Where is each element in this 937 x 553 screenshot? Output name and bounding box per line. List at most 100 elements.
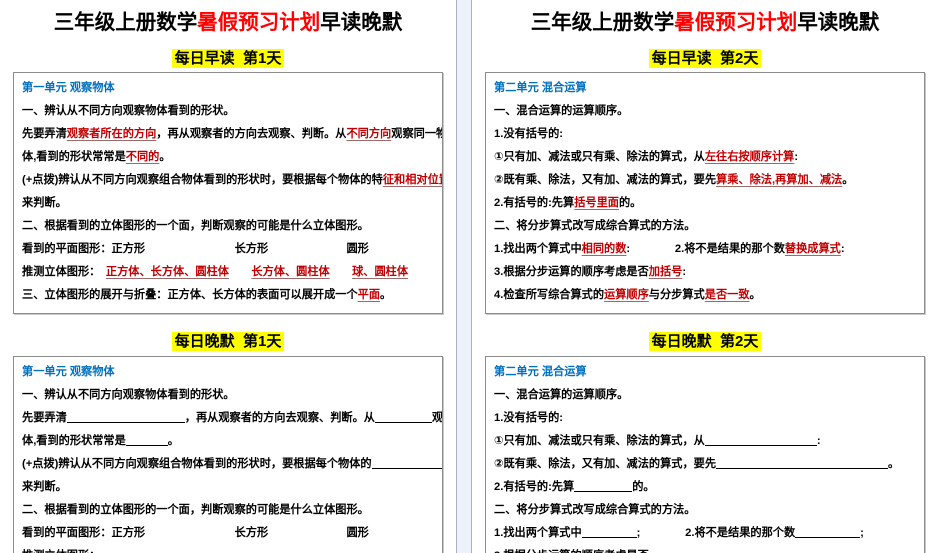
text-line: ①只有加、减法或只有乘、除法的算式，从左往右按顺序计算: xyxy=(494,146,916,169)
fill-in-blank xyxy=(716,455,889,469)
text-line: 二、根据看到的立体图形的一个面，判断观察的可能是什么立体图形。 xyxy=(22,499,434,522)
morning-content-box: 第一单元 观察物体 一、辨认从不同方向观察物体看到的形状。先要弄清观察者所在的方… xyxy=(13,72,443,314)
morning-banner: 每日早读 第1天 xyxy=(0,49,456,68)
answer-text: 相同的数 xyxy=(581,243,627,255)
text-line: 4.检查所写综合算式的运算顺序与分步算式是否一致。 xyxy=(494,284,916,307)
answer-text: 平面 xyxy=(357,289,381,301)
fill-in-blank xyxy=(371,455,442,469)
plain-text: ; 2.将不是结果的那个数 xyxy=(636,527,796,539)
text-line: (+点拨)辨认从不同方向观察组合物体看到的形状时，要根据每个物体的 xyxy=(22,453,442,476)
plain-text: 先要弄清 xyxy=(22,412,67,424)
evening-lines: 一、混合运算的运算顺序。 1.没有括号的: ①只有加、减法或只有乘、除法的算式，从:… xyxy=(494,384,916,553)
plain-text: 观察同一物 xyxy=(431,412,443,424)
plain-text: ①只有加、减法或只有乘、除法的算式，从 xyxy=(494,435,705,447)
answer-text: 括号里面 xyxy=(574,197,619,209)
title-part: 三年级上册数学 xyxy=(530,11,675,34)
plain-text: 看到的平面图形：正方形 长方形 圆形 xyxy=(22,243,369,255)
text-line: 看到的平面图形：正方形 长方形 圆形 xyxy=(22,238,434,261)
plain-text: 。 xyxy=(749,289,761,301)
text-line: 1.找出两个算式中相同的数: 2.将不是结果的那个数替换成算式: xyxy=(494,238,916,261)
fill-in-blank xyxy=(125,432,168,446)
plain-text: 2.有括号的:先算 xyxy=(494,481,575,493)
plain-text: 1.没有括号的: xyxy=(494,128,563,140)
plain-text: 1.找出两个算式中 xyxy=(494,243,582,255)
answer-text: 替换成算式 xyxy=(784,243,841,255)
text-line: 体,看到的形状常常是不同的。 xyxy=(22,146,434,169)
answer-text: 不同的 xyxy=(125,151,160,163)
answer-text: 不同方向 xyxy=(346,128,392,140)
fill-in-blank xyxy=(795,524,861,538)
plain-text: 先要弄清 xyxy=(22,128,67,140)
fill-in-blank xyxy=(574,478,633,492)
text-line: 1.没有括号的: xyxy=(494,407,916,430)
plain-text: 3.根据分步运算的顺序考虑是否 xyxy=(494,266,649,278)
text-line: (+点拨)辨认从不同方向观察组合物体看到的形状时，要根据每个物体的特征和相对位置 xyxy=(22,169,442,192)
morning-content-box: 第二单元 混合运算 一、混合运算的运算顺序。 1.没有括号的: ①只有加、减法或只有… xyxy=(485,72,925,314)
plain-text: : xyxy=(840,243,845,255)
answer-text: 正方体、长方体、圆柱体 xyxy=(105,266,229,278)
text-line: 体,看到的形状常常是 。 xyxy=(22,430,434,453)
unit-title: 第一单元 观察物体 xyxy=(22,366,115,378)
text-line: 2.有括号的:先算括号里面的。 xyxy=(494,192,916,215)
plain-text: 的。 xyxy=(632,481,655,493)
unit-title: 第二单元 混合运算 xyxy=(494,82,587,94)
evening-content-box: 第一单元 观察物体 一、辨认从不同方向观察物体看到的形状。先要弄清 ，再从观察者的… xyxy=(13,356,443,553)
text-line: 先要弄清 ，再从观察者的方向去观察、判断。从 观察同一物 xyxy=(22,407,442,430)
plain-text: 观察同一物 xyxy=(391,128,443,140)
plain-text: 看到的平面图形：正方形 长方形 圆形 xyxy=(22,527,369,539)
plain-text: : xyxy=(682,266,687,278)
answer-text: 加括号 xyxy=(648,266,683,278)
unit-title: 第一单元 观察物体 xyxy=(22,82,115,94)
answer-text: 算乘、除法,再算加、减法 xyxy=(716,174,843,186)
plain-text: 1.找出两个算式中 xyxy=(494,527,582,539)
title-part: 暑假预习计划 xyxy=(674,11,798,34)
plain-text: 一、混合运算的运算顺序。 xyxy=(494,105,629,117)
evening-banner: 每日晚默 第1天 xyxy=(0,332,456,351)
evening-banner-label: 每日晚默 第1天 xyxy=(171,332,285,351)
text-line: 3.根据分步运算的顺序考虑是否: xyxy=(494,545,916,553)
plain-text: 。 xyxy=(167,435,179,447)
plain-text: 与分步算式 xyxy=(648,289,705,301)
plain-text: ②既有乘、除法，又有加、减法的算式，要先 xyxy=(494,174,717,186)
page-title: 三年级上册数学暑假预习计划早读晚默 xyxy=(0,0,456,36)
plain-text: 二、将分步算式改写成综合算式的方法。 xyxy=(494,504,696,516)
title-part: 早读晚默 xyxy=(797,11,880,34)
text-line: 二、将分步算式改写成综合算式的方法。 xyxy=(494,499,916,522)
plain-text: 一、辨认从不同方向观察物体看到的形状。 xyxy=(22,389,235,401)
plain-text: (+点拨)辨认从不同方向观察组合物体看到的形状时，要根据每个物体的 xyxy=(22,458,372,470)
text-line: 来判断。 xyxy=(22,192,434,215)
plain-text: 1.没有括号的: xyxy=(494,412,563,424)
text-line: ①只有加、减法或只有乘、除法的算式，从: xyxy=(494,430,916,453)
worksheet-page-day1: 三年级上册数学暑假预习计划早读晚默 每日早读 第1天 第一单元 观察物体 一、辨… xyxy=(0,0,457,553)
plain-text: 推测立体图形： xyxy=(22,266,106,278)
evening-lines: 一、辨认从不同方向观察物体看到的形状。先要弄清 ，再从观察者的方向去观察、判断。从… xyxy=(22,384,442,553)
text-line: 二、将分步算式改写成综合算式的方法。 xyxy=(494,215,916,238)
plain-text: (+点拨)辨认从不同方向观察组合物体看到的形状时，要根据每个物体的特 xyxy=(22,174,383,186)
answer-text: 长方体、圆柱体 xyxy=(251,266,330,278)
plain-text: ; xyxy=(860,527,864,539)
plain-text: ②既有乘、除法，又有加、减法的算式，要先 xyxy=(494,458,717,470)
text-line: 一、混合运算的运算顺序。 xyxy=(494,100,916,123)
text-line: 来判断。 xyxy=(22,476,434,499)
plain-text: : xyxy=(794,151,799,163)
plain-text: 4.检查所写综合算式的 xyxy=(494,289,605,301)
morning-banner-label: 每日早读 第1天 xyxy=(171,49,285,68)
fill-in-blank xyxy=(66,409,185,423)
title-part: 早读晚默 xyxy=(320,11,403,34)
plain-text: 三、立体图形的展开与折叠：正方体、长方体的表面可以展开成一个 xyxy=(22,289,358,301)
morning-lines: 一、混合运算的运算顺序。 1.没有括号的: ①只有加、减法或只有乘、除法的算式，从左… xyxy=(494,100,916,307)
plain-text xyxy=(330,266,352,278)
plain-text: 。 xyxy=(380,289,392,301)
text-line: 先要弄清观察者所在的方向，再从观察者的方向去观察、判断。从不同方向观察同一物 xyxy=(22,123,442,146)
plain-text: : 2.将不是结果的那个数 xyxy=(626,243,785,255)
plain-text: 体,看到的形状常常是 xyxy=(22,151,126,163)
plain-text: 2.有括号的:先算 xyxy=(494,197,575,209)
unit-title: 第二单元 混合运算 xyxy=(494,366,587,378)
plain-text: 一、辨认从不同方向观察物体看到的形状。 xyxy=(22,105,235,117)
page-title: 三年级上册数学暑假预习计划早读晚默 xyxy=(472,0,937,36)
plain-text: 二、根据看到的立体图形的一个面，判断观察的可能是什么立体图形。 xyxy=(22,504,369,516)
title-part: 暑假预习计划 xyxy=(197,11,321,34)
plain-text: 。 xyxy=(888,458,900,470)
fill-in-blank xyxy=(649,547,689,553)
fill-in-blank xyxy=(704,432,817,446)
